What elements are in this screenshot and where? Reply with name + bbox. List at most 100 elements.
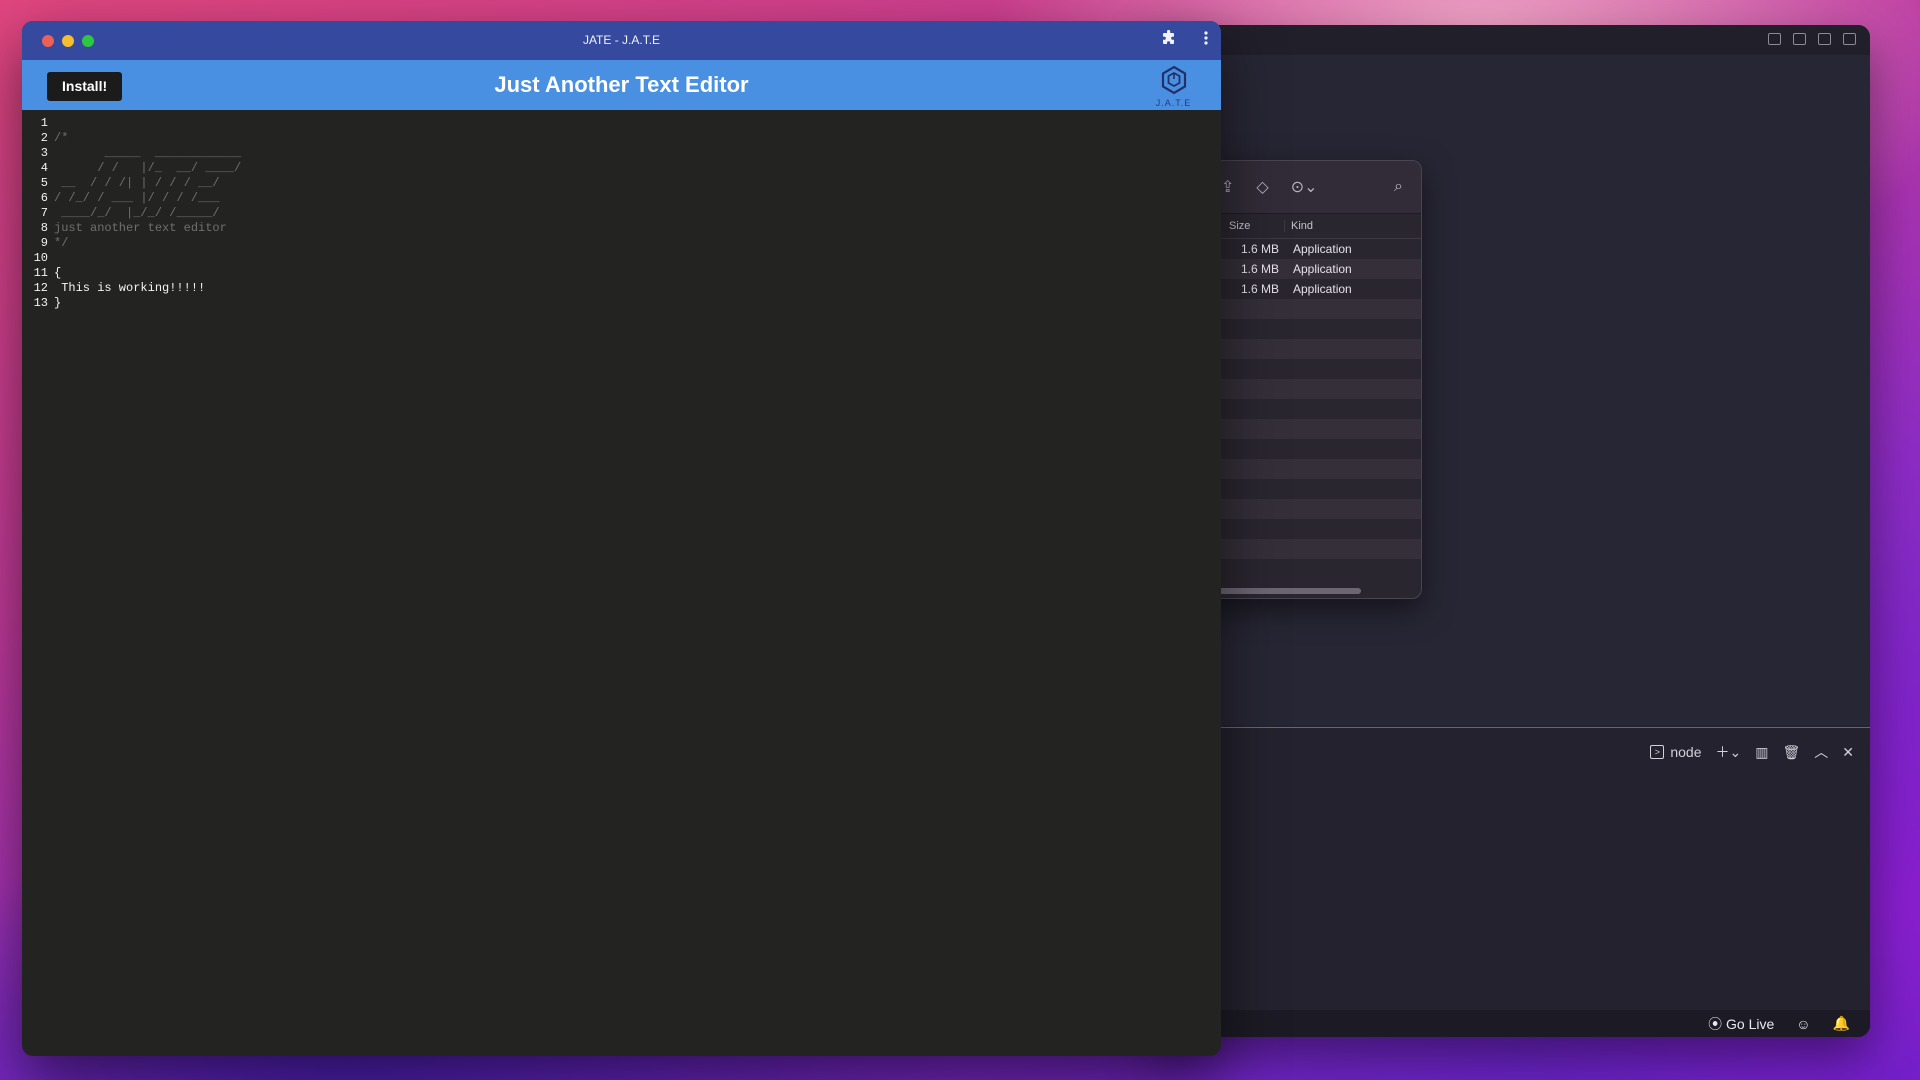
- more-options-icon[interactable]: [1203, 30, 1209, 46]
- editor-line[interactable]: 7 ____/_/ |_/_/ /_____/: [22, 206, 1221, 221]
- search-icon[interactable]: ⌕: [1394, 178, 1403, 196]
- empty-row: [1191, 519, 1421, 539]
- go-live-button[interactable]: ⦿ Go Live: [1708, 1014, 1774, 1034]
- trash-icon[interactable]: 🗑: [1782, 744, 1800, 761]
- editor-line[interactable]: 11 {: [22, 266, 1221, 281]
- toggle-secondary-sidebar-icon[interactable]: [1818, 33, 1831, 45]
- maximize-panel-icon[interactable]: ︿: [1814, 742, 1828, 762]
- line-text: /*: [54, 131, 69, 145]
- line-number: 1: [40, 116, 48, 130]
- line-text: {: [54, 266, 62, 280]
- line-number: 3: [40, 146, 48, 160]
- column-kind[interactable]: Kind: [1285, 220, 1313, 232]
- editor-line[interactable]: 9 */: [22, 236, 1221, 251]
- new-terminal-icon[interactable]: ＋⌄: [1716, 742, 1742, 762]
- customize-layout-icon[interactable]: [1843, 33, 1856, 45]
- empty-row: [1191, 419, 1421, 439]
- line-number: 9: [40, 236, 48, 250]
- vscode-titlebar: [1150, 25, 1870, 55]
- editor-line[interactable]: 6 / /_/ / ___ |/ / / /___: [22, 191, 1221, 206]
- broadcast-icon: ⦿: [1708, 1015, 1723, 1032]
- empty-row: [1191, 439, 1421, 459]
- line-text: ____/_/ |_/_/ /_____/: [54, 206, 220, 220]
- line-number: 12: [33, 281, 48, 295]
- empty-row: [1191, 359, 1421, 379]
- line-text: / / |/_ __/ ____/: [54, 161, 242, 175]
- toggle-primary-sidebar-icon[interactable]: [1768, 33, 1781, 45]
- logo-icon: [1161, 65, 1186, 95]
- line-number: 4: [40, 161, 48, 175]
- feedback-icon[interactable]: ☺: [1796, 1016, 1810, 1032]
- editor-line[interactable]: 4 / / |/_ __/ ____/: [22, 161, 1221, 176]
- finder-column-header: Size Kind: [1191, 214, 1421, 239]
- close-panel-icon[interactable]: ✕: [1842, 744, 1854, 761]
- editor-line[interactable]: 3 _____ ____________: [22, 146, 1221, 161]
- status-bar: ⦿ Go Live ☺ 🔔: [1150, 1010, 1870, 1037]
- toggle-panel-icon[interactable]: [1793, 33, 1806, 45]
- app-header: Install! Just Another Text Editor J.A.T.…: [22, 60, 1221, 110]
- empty-row: [1191, 339, 1421, 359]
- empty-row: [1191, 399, 1421, 419]
- more-actions-icon[interactable]: ⊙⌄: [1291, 177, 1318, 197]
- share-icon[interactable]: ⇪: [1221, 177, 1234, 197]
- line-text: / /_/ / ___ |/ / / /___: [54, 191, 220, 205]
- line-text: __ / / /| | / / / __/: [54, 176, 220, 190]
- list-item[interactable]: 1.6 MB Application: [1191, 259, 1421, 279]
- empty-row: [1191, 459, 1421, 479]
- line-number: 2: [40, 131, 48, 145]
- split-terminal-icon[interactable]: ▥: [1755, 744, 1768, 761]
- line-number: 8: [40, 221, 48, 235]
- go-live-label: Go Live: [1726, 1015, 1775, 1032]
- layout-controls: [1768, 33, 1856, 45]
- empty-row: [1191, 479, 1421, 499]
- line-text: */: [54, 236, 69, 250]
- editor-line[interactable]: 1: [22, 116, 1221, 131]
- line-text: just another text editor: [54, 221, 227, 235]
- window-title: JATE - J.A.T.E: [582, 33, 661, 47]
- line-number: 13: [33, 296, 48, 310]
- editor-line[interactable]: 12 This is working!!!!!: [22, 281, 1221, 296]
- editor-line[interactable]: 8 just another text editor: [22, 221, 1221, 236]
- code-editor[interactable]: 1 2/* 3 _____ ____________ 4 / / |/_ __/ __…: [22, 110, 1221, 311]
- bell-icon[interactable]: 🔔: [1833, 1015, 1850, 1032]
- editor-line[interactable]: 13}: [22, 296, 1221, 311]
- jate-window: JATE - J.A.T.E Install! Just Another Tex…: [22, 21, 1221, 1056]
- terminal-name: node: [1670, 744, 1702, 760]
- file-kind: Application: [1293, 262, 1352, 276]
- empty-row: [1191, 319, 1421, 339]
- line-text: _____ ____________: [54, 146, 242, 160]
- finder-file-list: 1.6 MB Application 1.6 MB Application 1.…: [1191, 239, 1421, 579]
- line-text: This is working!!!!!: [54, 281, 206, 295]
- logo-text: J.A.T.E: [1155, 98, 1192, 108]
- line-number: 7: [40, 206, 48, 220]
- line-number: 6: [40, 191, 48, 205]
- puzzle-icon[interactable]: [1161, 30, 1177, 46]
- terminal-panel-actions: > node ＋⌄ ▥ 🗑 ︿ ✕: [1650, 742, 1854, 762]
- line-number: 11: [33, 266, 48, 280]
- line-number: 5: [40, 176, 48, 190]
- window-titlebar: JATE - J.A.T.E: [22, 21, 1221, 60]
- terminal-panel: > node ＋⌄ ▥ 🗑 ︿ ✕: [1150, 727, 1870, 1011]
- terminal-selector[interactable]: > node: [1650, 744, 1702, 760]
- editor-line[interactable]: 10: [22, 251, 1221, 266]
- empty-row: [1191, 499, 1421, 519]
- empty-row: [1191, 299, 1421, 319]
- line-text: }: [54, 296, 62, 310]
- empty-row: [1191, 379, 1421, 399]
- empty-row: [1191, 539, 1421, 559]
- empty-row: [1191, 559, 1421, 579]
- editor-line[interactable]: 5 __ / / /| | / / / __/: [22, 176, 1221, 191]
- list-item[interactable]: 1.6 MB Application: [1191, 239, 1421, 259]
- terminal-icon: >: [1650, 745, 1665, 759]
- line-number: 10: [33, 251, 48, 265]
- jate-logo: J.A.T.E: [1151, 65, 1196, 108]
- list-item[interactable]: 1.6 MB Application: [1191, 279, 1421, 299]
- editor-line[interactable]: 2 /*: [22, 131, 1221, 146]
- titlebar-actions: [1161, 30, 1209, 46]
- file-kind: Application: [1293, 282, 1352, 296]
- finder-toolbar: ⇪ ◇ ⊙⌄ ⌕: [1191, 161, 1421, 214]
- app-title: Just Another Text Editor: [494, 72, 749, 97]
- file-kind: Application: [1293, 242, 1352, 256]
- tag-icon[interactable]: ◇: [1256, 177, 1268, 197]
- finder-window: ⇪ ◇ ⊙⌄ ⌕ Size Kind 1.6 MB Application 1.…: [1190, 160, 1422, 599]
